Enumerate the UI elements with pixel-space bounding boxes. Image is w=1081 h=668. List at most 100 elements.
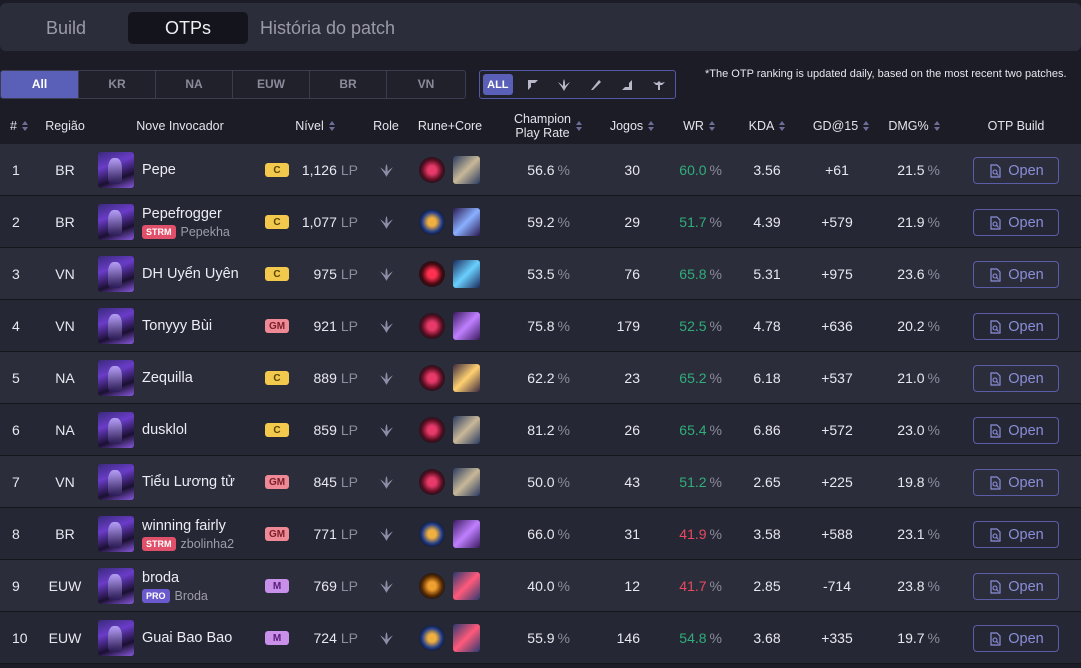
open-build-button[interactable]: Open	[973, 157, 1059, 184]
play-rate-value: 75.8%	[527, 318, 570, 334]
open-build-button[interactable]: Open	[973, 365, 1059, 392]
region-tab-all[interactable]: All	[1, 71, 79, 98]
region-cell: BR	[55, 214, 75, 230]
role-all-button[interactable]: ALL	[483, 74, 513, 95]
role-cell	[378, 196, 394, 248]
jungle-role-icon	[558, 78, 571, 91]
summoner-name[interactable]: dusklol	[142, 422, 187, 438]
region-tab-na[interactable]: NA	[156, 71, 233, 98]
region-header: Região	[45, 119, 85, 133]
summoner-name[interactable]: broda	[142, 570, 179, 586]
dmg-header[interactable]: DMG%	[884, 108, 944, 144]
table-row[interactable]: 6 NA dusklol C 859 LP 81.2% 26 65.4% 6.86 +572 23.0…	[0, 404, 1081, 456]
rank-number: 6	[12, 422, 20, 438]
open-build-button[interactable]: Open	[973, 261, 1059, 288]
win-rate-value: 41.9%	[679, 526, 722, 542]
champion-avatar	[98, 620, 134, 656]
summoner-name[interactable]: DH Uyển Uyên	[142, 266, 239, 282]
top-role-button[interactable]	[517, 74, 549, 95]
region-cell: EUW	[48, 578, 82, 594]
region-tab-euw[interactable]: EUW	[233, 71, 310, 98]
rank-number: 9	[12, 578, 20, 594]
open-build-button[interactable]: Open	[973, 521, 1059, 548]
gd15-value: +225	[821, 474, 853, 490]
table-row[interactable]: 5 NA Zequilla C 889 LP 62.2% 23 65.2% 6.18 +537 21.…	[0, 352, 1081, 404]
rune-icon	[419, 209, 445, 235]
table-row[interactable]: 3 VN DH Uyển Uyên C 975 LP 53.5% 76 65.8% 5.31 +97…	[0, 248, 1081, 300]
sort-icon	[708, 121, 715, 131]
tab-otps[interactable]: OTPs	[128, 12, 248, 44]
role-filter: ALL	[479, 70, 676, 99]
table-row[interactable]: 10 EUW Guai Bao Bao M 724 LP 55.9% 146 54.8% 3.68…	[0, 612, 1081, 664]
summoner-name[interactable]: Tonyyy Bùi	[142, 318, 212, 334]
champion-avatar	[98, 152, 134, 188]
tab-patch-history[interactable]: História do patch	[260, 12, 395, 44]
rank-number: 3	[12, 266, 20, 282]
jungle-role-icon	[379, 267, 393, 281]
level-header[interactable]: Nível	[285, 108, 345, 144]
dmg-value: 19.8%	[897, 474, 940, 490]
table-row[interactable]: 1 BR Pepe C 1,126 LP 56.6% 30 60.0% 3.56 +61 21.5% O…	[0, 144, 1081, 196]
summoner-sub: PRO Broda	[142, 588, 208, 603]
open-build-button[interactable]: Open	[973, 469, 1059, 496]
role-cell	[378, 508, 394, 560]
rank-header[interactable]: #	[6, 108, 32, 144]
jungle-role-icon	[379, 371, 393, 385]
wr-header[interactable]: WR	[676, 108, 722, 144]
summoner-name[interactable]: Pepe	[142, 162, 176, 178]
table-row[interactable]: 9 EUW broda PRO Broda M 769 LP 40.0% 12 41.7% 2.85 -…	[0, 560, 1081, 612]
role-cell	[378, 456, 394, 508]
dmg-value: 23.6%	[897, 266, 940, 282]
rank-number: 7	[12, 474, 20, 490]
region-tab-vn[interactable]: VN	[387, 71, 465, 98]
open-build-button[interactable]: Open	[973, 209, 1059, 236]
sort-icon	[328, 121, 335, 131]
mid-role-button[interactable]	[580, 74, 612, 95]
open-build-button[interactable]: Open	[973, 417, 1059, 444]
bot-role-button[interactable]	[612, 74, 644, 95]
dmg-value: 21.0%	[897, 370, 940, 386]
open-build-button[interactable]: Open	[973, 573, 1059, 600]
table-row[interactable]: 2 BR Pepefrogger STRM Pepekha C 1,077 LP 59.2% 29…	[0, 196, 1081, 248]
table-row[interactable]: 7 VN Tiểu Lương tử GM 845 LP 50.0% 43 51.2% 2.65 +…	[0, 456, 1081, 508]
win-rate-value: 54.8%	[679, 630, 722, 646]
table-row[interactable]: 8 BR winning fairly STRM zbolinha2 GM 771 LP 66.…	[0, 508, 1081, 560]
tier-badge: M	[265, 631, 289, 645]
summoner-name[interactable]: winning fairly	[142, 518, 226, 534]
region-cell: BR	[55, 162, 75, 178]
champion-avatar	[98, 568, 134, 604]
region-tab-br[interactable]: BR	[310, 71, 387, 98]
table-row[interactable]: 4 VN Tonyyy Bùi GM 921 LP 75.8% 179 52.5% 4.78 +63…	[0, 300, 1081, 352]
open-build-button[interactable]: Open	[973, 625, 1059, 652]
win-rate-value: 51.2%	[679, 474, 722, 490]
summoner-cell: dusklol	[142, 404, 187, 456]
kda-value: 2.85	[753, 578, 781, 594]
support-role-button[interactable]	[643, 74, 675, 95]
gd15-value: +61	[825, 162, 849, 178]
document-search-icon	[990, 631, 1001, 646]
summoner-name[interactable]: Tiểu Lương tử	[142, 474, 235, 490]
tab-build[interactable]: Build	[46, 12, 86, 44]
win-rate-value: 41.7%	[679, 578, 722, 594]
region-filter: All KR NA EUW BR VN	[0, 70, 466, 99]
games-header[interactable]: Jogos	[602, 108, 662, 144]
kda-header[interactable]: KDA	[742, 108, 792, 144]
tier-badge: GM	[265, 319, 289, 333]
rune-icon	[419, 469, 445, 495]
region-cell: EUW	[48, 630, 82, 646]
gd15-header[interactable]: GD@15	[808, 108, 874, 144]
open-build-button[interactable]: Open	[973, 313, 1059, 340]
summoner-alt-name[interactable]: Broda	[175, 589, 208, 603]
play-rate-value: 56.6%	[527, 162, 570, 178]
play-rate-header[interactable]: Champion Play Rate	[502, 108, 594, 144]
summoner-cell: Zequilla	[142, 352, 193, 404]
summoner-name[interactable]: Zequilla	[142, 370, 193, 386]
gd15-value: +572	[821, 422, 853, 438]
summoner-name[interactable]: Guai Bao Bao	[142, 630, 232, 646]
summoner-name[interactable]: Pepefrogger	[142, 206, 222, 222]
summoner-alt-name[interactable]: zbolinha2	[181, 537, 235, 551]
jungle-role-button[interactable]	[548, 74, 580, 95]
region-tab-kr[interactable]: KR	[79, 71, 156, 98]
summoner-alt-name[interactable]: Pepekha	[181, 225, 230, 239]
document-search-icon	[990, 527, 1001, 542]
